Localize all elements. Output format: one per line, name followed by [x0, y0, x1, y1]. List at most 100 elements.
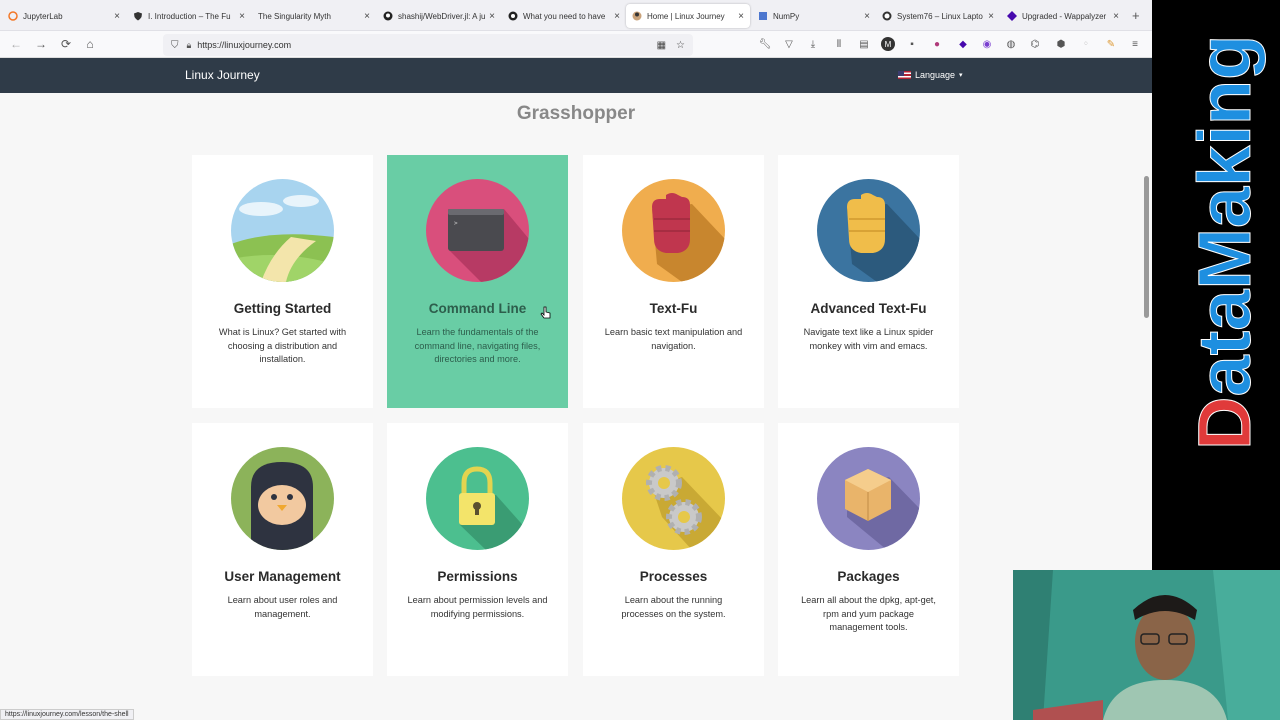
caret-down-icon: ▾: [959, 72, 963, 79]
fist-icon: [622, 179, 725, 282]
tab-singularity[interactable]: The Singularity Myth ×: [252, 4, 376, 28]
language-dropdown[interactable]: Language ▾: [898, 70, 963, 80]
close-icon[interactable]: ×: [614, 11, 620, 22]
card-description: What is Linux? Get started with choosing…: [218, 327, 347, 364]
apps-icon[interactable]: ▪: [905, 37, 919, 51]
wappalyzer-ext-icon[interactable]: ◆: [956, 37, 970, 51]
tab-linux-journey[interactable]: Home | Linux Journey ×: [626, 4, 750, 28]
svg-text:DataMaking: DataMaking: [1183, 35, 1266, 450]
github-icon: [383, 11, 393, 21]
home-button[interactable]: ⌂: [82, 36, 98, 52]
numpy-icon: [758, 11, 768, 21]
tab-numpy[interactable]: NumPy ×: [752, 4, 876, 28]
tab-bar: JupyterLab × I. Introduction – The Fu × …: [0, 0, 1152, 31]
close-icon[interactable]: ×: [1113, 11, 1119, 22]
channel-name-first-letter: D: [1183, 397, 1266, 450]
card-title: Text-Fu: [649, 301, 698, 316]
back-button[interactable]: ←: [8, 36, 24, 52]
close-icon[interactable]: ×: [864, 11, 870, 22]
fist-icon: [817, 179, 920, 282]
card-title: Processes: [639, 569, 708, 584]
tab-jupyterlab[interactable]: JupyterLab ×: [2, 4, 126, 28]
card-permissions[interactable]: Permissions Learn about permission level…: [387, 423, 568, 676]
new-tab-button[interactable]: +: [1132, 8, 1140, 23]
package-box-icon: [817, 447, 920, 550]
address-bar[interactable]: ⛉ 🔒︎ https://linuxjourney.com ▦ ☆: [163, 34, 693, 56]
card-description: Learn about permission levels and modify…: [407, 595, 548, 619]
wappalyzer-icon: [1007, 11, 1017, 21]
bookmark-star-icon[interactable]: ☆: [676, 40, 685, 51]
tab-label: JupyterLab: [23, 11, 63, 21]
download-icon[interactable]: ⤓: [806, 37, 820, 51]
card-description: Learn about the running processes on the…: [621, 595, 726, 619]
tab-introduction[interactable]: I. Introduction – The Fu ×: [127, 4, 251, 28]
extension-icon[interactable]: ◌: [1079, 37, 1093, 51]
navigation-bar: ← → ⟳ ⌂ ⛉ 🔒︎ https://linuxjourney.com ▦ …: [0, 31, 1152, 58]
browser-window: JupyterLab × I. Introduction – The Fu × …: [0, 0, 1152, 720]
sidebar-icon[interactable]: ▤: [857, 37, 871, 51]
padlock-icon: [426, 447, 529, 550]
hand-cursor-icon: [540, 306, 551, 319]
grid-icon[interactable]: ▦: [657, 40, 666, 51]
svg-text:>: >: [454, 220, 458, 227]
library-icon[interactable]: ⫴: [832, 37, 846, 51]
section-title: Grasshopper: [516, 103, 636, 124]
reload-button[interactable]: ⟳: [58, 36, 74, 52]
extension-icon[interactable]: ✎: [1104, 37, 1118, 51]
forward-button[interactable]: →: [33, 36, 49, 52]
card-command-line[interactable]: > Command Line Learn the fundamentals of…: [387, 155, 568, 408]
card-user-management[interactable]: User Management Learn about user roles a…: [192, 423, 373, 676]
gears-icon: [622, 447, 725, 550]
tab-label: What you need to have: [523, 11, 606, 21]
close-icon[interactable]: ×: [239, 11, 245, 22]
tab-label: Upgraded - Wappalyzer: [1022, 11, 1107, 21]
tab-what-you-need[interactable]: What you need to have ×: [502, 4, 626, 28]
close-icon[interactable]: ×: [988, 11, 994, 22]
webcam-feed: [1013, 570, 1280, 720]
card-title: User Management: [224, 569, 341, 584]
close-icon[interactable]: ×: [364, 11, 370, 22]
tab-wappalyzer[interactable]: Upgraded - Wappalyzer ×: [1001, 4, 1125, 28]
card-packages[interactable]: Packages Learn all about the dpkg, apt-g…: [778, 423, 959, 676]
pocket-icon[interactable]: ▽: [782, 37, 796, 51]
card-text-fu[interactable]: Text-Fu Learn basic text manipulation an…: [583, 155, 764, 408]
landscape-icon: [231, 179, 334, 282]
channel-logo: DataMaking: [1152, 0, 1280, 460]
extension-icon[interactable]: ⬢: [1054, 37, 1068, 51]
site-brand-link[interactable]: Linux Journey: [185, 68, 260, 82]
web-page: Linux Journey Language ▾ Grasshopper Get…: [0, 58, 1152, 720]
tab-label: Home | Linux Journey: [647, 11, 725, 21]
extension-icon[interactable]: ⌬: [1028, 37, 1042, 51]
close-icon[interactable]: ×: [489, 11, 495, 22]
tab-label: shashij/WebDriver.jl: A ju: [398, 11, 486, 21]
card-description: Navigate text like a Linux spider monkey…: [803, 327, 934, 351]
status-bar-url: https://linuxjourney.com/lesson/the-shel…: [0, 709, 134, 720]
lock-icon[interactable]: 🔒︎: [187, 40, 192, 51]
extension-m-icon[interactable]: M: [881, 37, 895, 51]
menu-icon[interactable]: ≡: [1128, 37, 1142, 51]
url-text[interactable]: https://linuxjourney.com: [197, 40, 291, 50]
language-label: Language: [915, 70, 956, 80]
card-getting-started[interactable]: Getting Started What is Linux? Get start…: [192, 155, 373, 408]
close-icon[interactable]: ×: [738, 11, 744, 22]
extension-icon[interactable]: ●: [930, 37, 944, 51]
globe-icon: [508, 11, 518, 21]
extension-badge-icon[interactable]: ◉: [980, 37, 994, 51]
tab-webdriver[interactable]: shashij/WebDriver.jl: A ju ×: [377, 4, 501, 28]
penguin-icon: [231, 447, 334, 550]
extension-icon[interactable]: ◍: [1004, 37, 1018, 51]
linux-journey-icon: [632, 11, 642, 21]
scrollbar[interactable]: [1144, 176, 1149, 318]
card-title: Getting Started: [233, 301, 332, 316]
card-advanced-text-fu[interactable]: Advanced Text-Fu Navigate text like a Li…: [778, 155, 959, 408]
card-description: Learn the fundamentals of the command li…: [414, 327, 541, 364]
tab-label: System76 – Linux Lapto: [897, 11, 983, 21]
tab-label: I. Introduction – The Fu: [148, 11, 231, 21]
tracking-shield-icon[interactable]: ⛉: [171, 40, 179, 51]
system76-icon: [882, 11, 892, 21]
card-processes[interactable]: Processes Learn about the running proces…: [583, 423, 764, 676]
close-icon[interactable]: ×: [114, 11, 120, 22]
tab-system76[interactable]: System76 – Linux Lapto ×: [876, 4, 1000, 28]
wrench-icon[interactable]: 🔧︎: [758, 37, 772, 51]
card-title: Advanced Text-Fu: [810, 301, 927, 316]
